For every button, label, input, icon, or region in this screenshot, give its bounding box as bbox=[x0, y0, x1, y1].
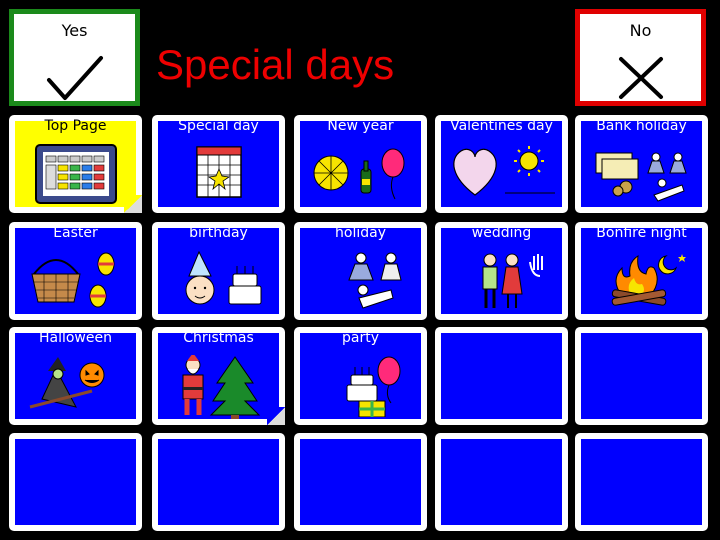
santa-tree-icon bbox=[182, 355, 260, 419]
no-label: No bbox=[629, 21, 652, 40]
checkmark-icon bbox=[46, 56, 103, 100]
cell-special-day[interactable]: Special day bbox=[152, 115, 285, 213]
cell-label: Top Page bbox=[44, 118, 107, 134]
cell-empty[interactable] bbox=[575, 327, 708, 425]
cell-bank-holiday[interactable]: Bank holiday bbox=[575, 115, 708, 213]
cell-label: Bonfire night bbox=[596, 225, 687, 241]
cell-new-year[interactable]: New year bbox=[294, 115, 427, 213]
cell-party[interactable]: party bbox=[294, 327, 427, 425]
cell-label: wedding bbox=[471, 225, 532, 241]
cell-easter[interactable]: Easter bbox=[9, 222, 142, 320]
witch-pumpkin-icon bbox=[29, 357, 104, 409]
cell-holiday[interactable]: holiday bbox=[294, 222, 427, 320]
calendar-icon bbox=[195, 146, 242, 198]
cell-christmas[interactable]: Christmas bbox=[152, 327, 285, 425]
cell-top-page[interactable]: Top Page bbox=[9, 115, 142, 213]
birthday-cake-icon bbox=[185, 250, 261, 305]
cell-label: Valentines day bbox=[450, 118, 553, 134]
cell-wedding[interactable]: wedding bbox=[435, 222, 568, 320]
no-button[interactable]: No bbox=[575, 9, 706, 106]
cell-label: holiday bbox=[335, 225, 386, 241]
bonfire-icon bbox=[611, 254, 686, 306]
yes-label: Yes bbox=[61, 21, 88, 40]
cell-empty[interactable] bbox=[294, 433, 427, 531]
cell-label: Easter bbox=[53, 225, 98, 241]
cell-empty[interactable] bbox=[435, 327, 568, 425]
heart-sun-icon bbox=[452, 146, 555, 196]
cell-label: birthday bbox=[189, 225, 248, 241]
cell-label: Special day bbox=[178, 118, 259, 134]
cell-empty[interactable] bbox=[435, 433, 568, 531]
page-title: Special days bbox=[156, 41, 395, 88]
cell-empty[interactable] bbox=[575, 433, 708, 531]
cell-label: Christmas bbox=[183, 330, 254, 346]
easter-eggs-icon bbox=[30, 252, 114, 308]
cell-empty[interactable] bbox=[152, 433, 285, 531]
cell-bonfire-night[interactable]: Bonfire night bbox=[575, 222, 708, 320]
wedding-couple-icon bbox=[482, 253, 543, 308]
party-cake-balloon-icon bbox=[346, 356, 400, 417]
fireworks-icon bbox=[313, 148, 404, 200]
cell-label: Halloween bbox=[38, 330, 112, 346]
holiday-people-icon bbox=[347, 252, 402, 309]
money-leisure-icon bbox=[595, 152, 687, 202]
grid-icon bbox=[34, 144, 117, 204]
cell-birthday[interactable]: birthday bbox=[152, 222, 285, 320]
cell-label: Bank holiday bbox=[596, 118, 687, 134]
cell-label: New year bbox=[327, 118, 394, 134]
cell-empty[interactable] bbox=[9, 433, 142, 531]
cell-halloween[interactable]: Halloween bbox=[9, 327, 142, 425]
cell-valentines-day[interactable]: Valentines day bbox=[435, 115, 568, 213]
yes-button[interactable]: Yes bbox=[9, 9, 140, 106]
cell-label: party bbox=[342, 330, 379, 346]
cross-icon bbox=[618, 57, 663, 99]
